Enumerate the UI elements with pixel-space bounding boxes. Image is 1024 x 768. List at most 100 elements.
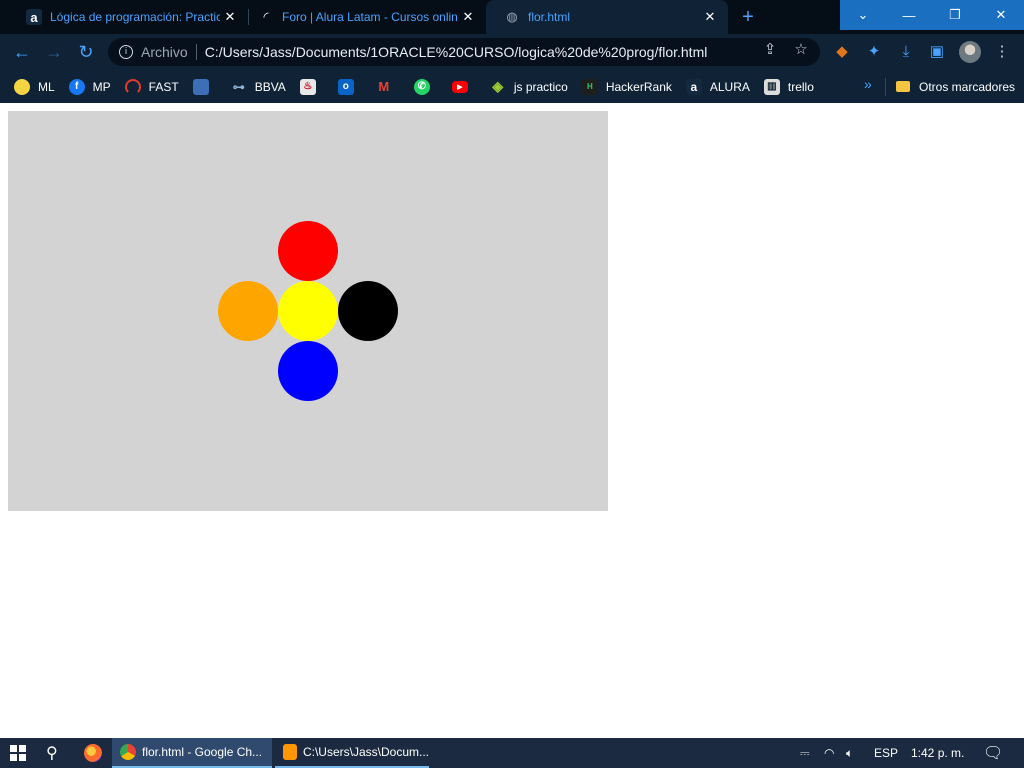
menu-kebab-icon[interactable]: ⋮ [992, 42, 1012, 62]
download-icon[interactable]: ⤓ [896, 42, 916, 62]
usb-icon[interactable]: ⎓ [800, 738, 810, 768]
black-circle [338, 281, 398, 341]
language-indicator[interactable]: ESP [874, 738, 898, 768]
bookmark-santander[interactable]: ♨ [299, 78, 324, 95]
globe-icon: ◍ [506, 9, 518, 24]
js-practico-icon: ◈ [492, 78, 504, 94]
gmail-icon: M [378, 79, 390, 94]
chevron-down-icon: ⌄ [857, 7, 869, 22]
clock[interactable]: 1:42 p. m. [911, 738, 964, 768]
notifications-icon[interactable]: 🗨︎ [983, 738, 1003, 768]
bookmark-label: MP [92, 79, 111, 94]
hackerrank-icon: H [581, 78, 598, 95]
volume-icon[interactable]: 🔈︎ [846, 738, 853, 768]
bookmark-ml[interactable]: ML [14, 78, 55, 95]
bookmark-fast[interactable]: FAST [124, 78, 179, 95]
restore-button[interactable]: ❐ [932, 0, 978, 30]
other-bookmarks-label: Otros marcadores [919, 79, 1016, 94]
chrome-icon [120, 744, 136, 760]
alura-icon: a [26, 9, 42, 25]
bookmark-star-icon[interactable]: ☆ [791, 40, 811, 60]
omnibox-divider [195, 44, 197, 60]
blue-circle [278, 341, 338, 401]
bookmark-youtube[interactable]: ▶ [451, 80, 476, 93]
metamask-icon[interactable]: ◆ [832, 42, 852, 62]
browser-window: a Lógica de programación: Practica ✕ ◜ F… [0, 0, 1024, 103]
search-icon[interactable]: ⚲ [46, 743, 58, 763]
taskbar-app-chrome[interactable]: flor.html - Google Ch... [112, 738, 272, 768]
bookmark-bbva[interactable]: ⊶ BBVA [231, 79, 286, 95]
orange-circle [218, 281, 278, 341]
bookmark-alura[interactable]: a ALURA [685, 78, 750, 95]
restore-icon: ❐ [949, 7, 961, 22]
app-icon [192, 78, 209, 95]
bookmark-app[interactable] [192, 78, 217, 95]
close-icon: ✕ [995, 7, 1007, 22]
minimize-button[interactable]: — [886, 0, 932, 30]
bookmark-label: BBVA [254, 79, 286, 94]
bookmark-label: HackerRank [605, 79, 672, 94]
toolbar: ← → ↻ i Archivo C:/Users/Jass/Documents/… [0, 34, 1024, 70]
bookmark-label: ML [38, 79, 55, 94]
extensions-icon[interactable]: ✦ [864, 42, 884, 62]
firefox-icon[interactable] [84, 744, 102, 762]
forward-arrow-icon[interactable]: → [42, 40, 66, 64]
tab-logica-programacion[interactable]: a Lógica de programación: Practica ✕ [8, 0, 248, 34]
close-tab-icon[interactable]: ✕ [458, 9, 478, 25]
flower-canvas [8, 111, 608, 511]
santander-icon: ♨ [299, 78, 316, 95]
tab-title: Lógica de programación: Practica [50, 10, 220, 24]
whatsapp-icon: ✆ [413, 78, 430, 95]
tab-foro-alura[interactable]: ◜ Foro | Alura Latam - Cursos online ✕ [240, 0, 486, 34]
new-tab-icon[interactable]: + [737, 6, 759, 28]
outlook-icon: o [337, 78, 354, 95]
tab-title: flor.html [528, 10, 571, 24]
close-tab-icon[interactable]: ✕ [220, 9, 240, 25]
url-text[interactable]: C:/Users/Jass/Documents/1ORACLE%20CURSO/… [205, 44, 708, 60]
close-window-button[interactable]: ✕ [978, 0, 1024, 30]
address-bar[interactable]: i Archivo C:/Users/Jass/Documents/1ORACL… [108, 38, 820, 66]
youtube-icon: ▶ [451, 80, 468, 93]
alura-icon: a [685, 78, 702, 95]
more-bookmarks-icon[interactable]: » [864, 76, 872, 92]
reload-icon[interactable]: ↻ [74, 40, 98, 64]
bookmark-label: js practico [513, 79, 568, 94]
tab-flor-html[interactable]: ◍ flor.html ✕ [486, 0, 728, 34]
bookmark-outlook[interactable]: o [337, 78, 362, 95]
other-bookmarks-folder[interactable]: Otros marcadores [896, 70, 1015, 103]
sublime-icon [283, 744, 297, 760]
taskbar-app-label: flor.html - Google Ch... [142, 745, 263, 759]
page-content [0, 103, 1024, 738]
taskbar-app-label: C:\Users\Jass\Docum... [302, 745, 429, 759]
bookmark-label: ALURA [709, 79, 750, 94]
bookmark-label: trello [787, 79, 814, 94]
bbva-icon: ⊶ [232, 79, 245, 94]
tab-search-button[interactable]: ⌄ [840, 0, 886, 30]
windows-start-icon[interactable] [10, 745, 26, 761]
taskbar-app-sublime[interactable]: C:\Users\Jass\Docum... [275, 738, 429, 768]
info-icon[interactable]: i [119, 45, 133, 59]
red-circle [278, 221, 338, 281]
tab-strip: a Lógica de programación: Practica ✕ ◜ F… [0, 0, 1024, 34]
bookmark-hackerrank[interactable]: H HackerRank [581, 78, 672, 95]
side-panel-icon[interactable]: ▣ [927, 42, 947, 62]
profile-avatar[interactable] [959, 41, 981, 63]
wifi-icon[interactable]: ◠ [824, 738, 834, 768]
bookmark-js-practico[interactable]: ◈ js practico [490, 78, 568, 95]
time-label: 1:42 p. m. [911, 746, 965, 760]
share-icon[interactable]: ⇪ [760, 40, 780, 60]
tab-title: Foro | Alura Latam - Cursos online [282, 10, 458, 24]
bookmark-whatsapp[interactable]: ✆ [413, 78, 438, 95]
bookmark-label: FAST [148, 79, 179, 94]
facebook-icon: f [68, 78, 85, 95]
folder-icon [896, 81, 910, 92]
back-arrow-icon[interactable]: ← [10, 40, 34, 64]
bookmark-trello[interactable]: ▥ trello [763, 78, 814, 95]
loading-icon: ◜ [263, 9, 269, 24]
site-scheme-label: Archivo [141, 44, 188, 60]
bookmark-mp[interactable]: f MP [68, 78, 111, 95]
close-tab-icon[interactable]: ✕ [700, 9, 720, 25]
bookmark-gmail[interactable]: M [376, 79, 400, 95]
mercadolibre-icon [14, 78, 30, 95]
minimize-icon: — [902, 7, 916, 23]
